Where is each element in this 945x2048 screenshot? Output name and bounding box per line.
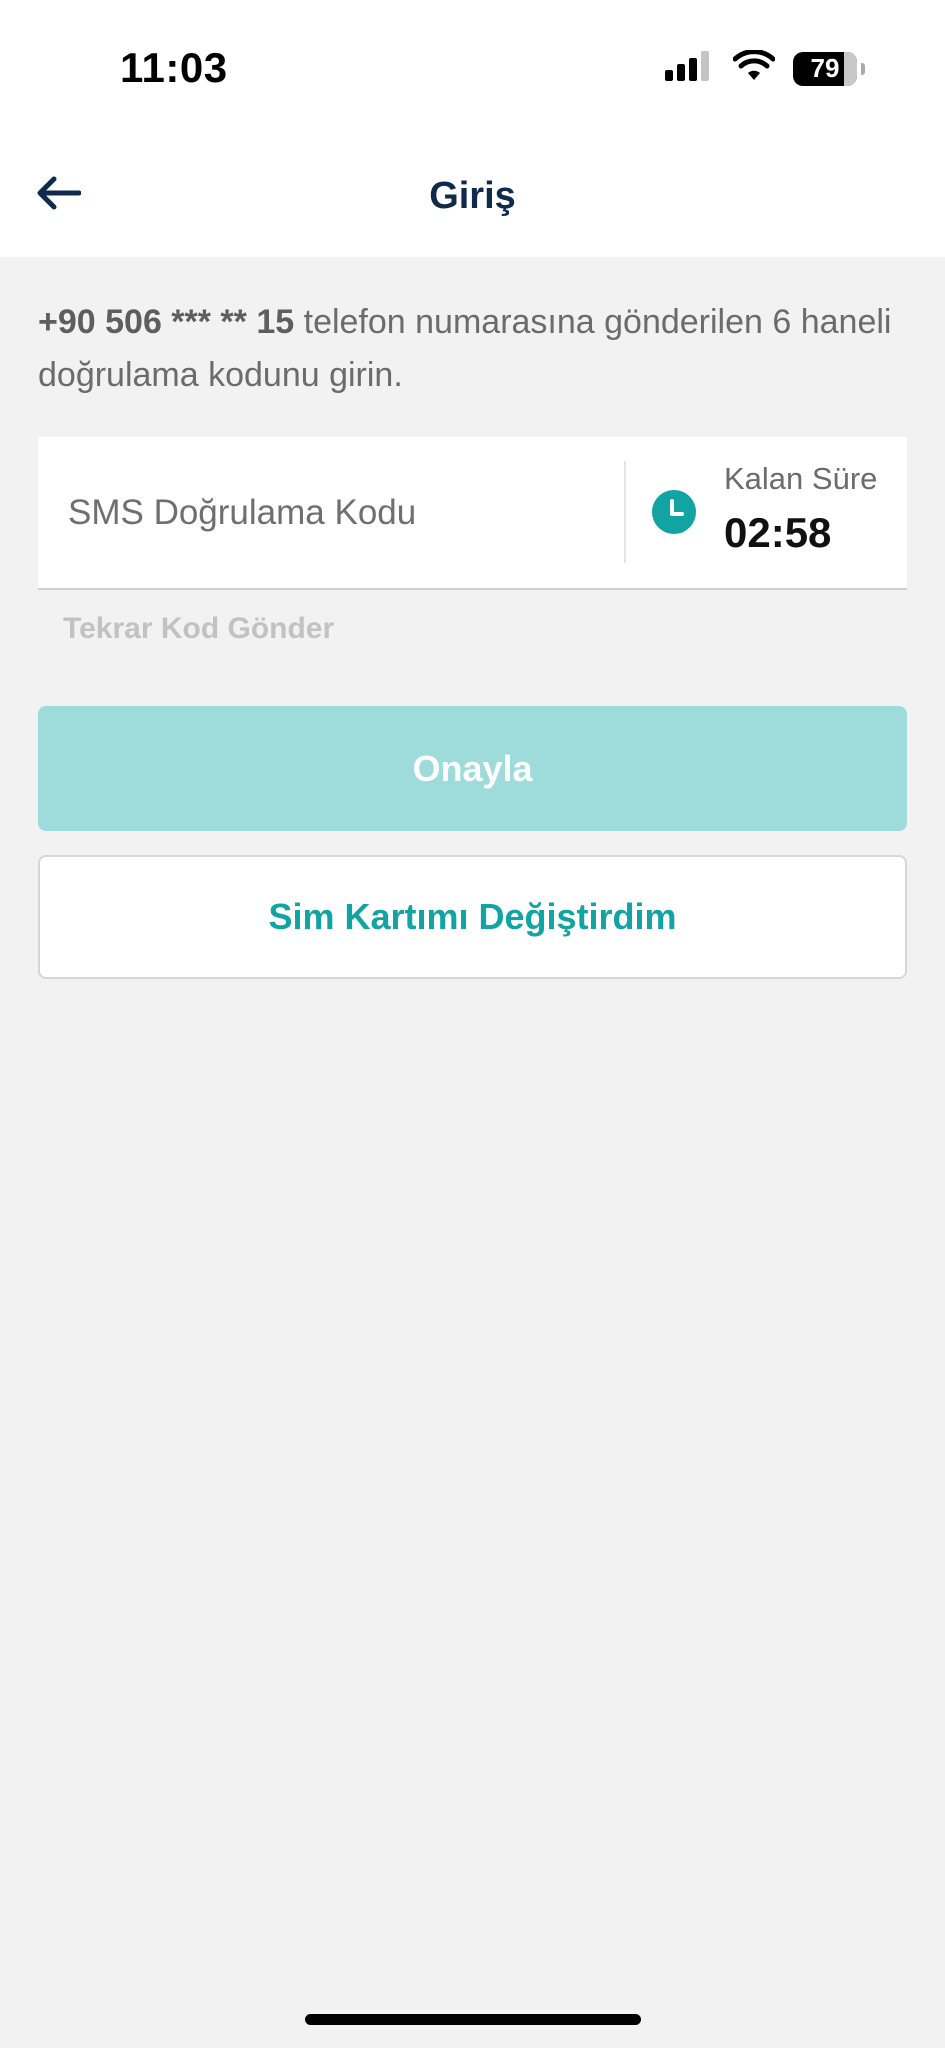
- navigation-bar: Giriş: [0, 130, 945, 257]
- resend-code-link[interactable]: Tekrar Kod Gönder: [63, 612, 334, 646]
- status-time: 11:03: [120, 44, 228, 91]
- sim-changed-button[interactable]: Sim Kartımı Değiştirdim: [38, 855, 907, 979]
- status-icons: 79: [665, 49, 865, 87]
- remaining-time-label: Kalan Süre: [724, 461, 878, 496]
- status-bar: 11:03 79: [0, 0, 945, 130]
- sms-code-card: Kalan Süre 02:58: [38, 437, 907, 590]
- cellular-signal-icon: [665, 51, 715, 86]
- verification-info-text: +90 506 *** ** 15 telefon numarasına gön…: [38, 296, 918, 402]
- vertical-divider: [624, 461, 626, 563]
- wifi-icon: [732, 49, 776, 87]
- battery-nub: [861, 62, 865, 75]
- home-indicator[interactable]: [305, 2014, 641, 2025]
- remaining-time-value: 02:58: [724, 509, 832, 556]
- sms-code-input[interactable]: [38, 437, 623, 588]
- confirm-button[interactable]: Onayla: [38, 706, 907, 831]
- battery-percent: 79: [810, 53, 840, 83]
- battery-icon: 79: [793, 51, 857, 86]
- clock-icon: [652, 490, 696, 534]
- page-title: Giriş: [429, 175, 516, 217]
- masked-phone-number: +90 506 *** ** 15: [38, 303, 295, 341]
